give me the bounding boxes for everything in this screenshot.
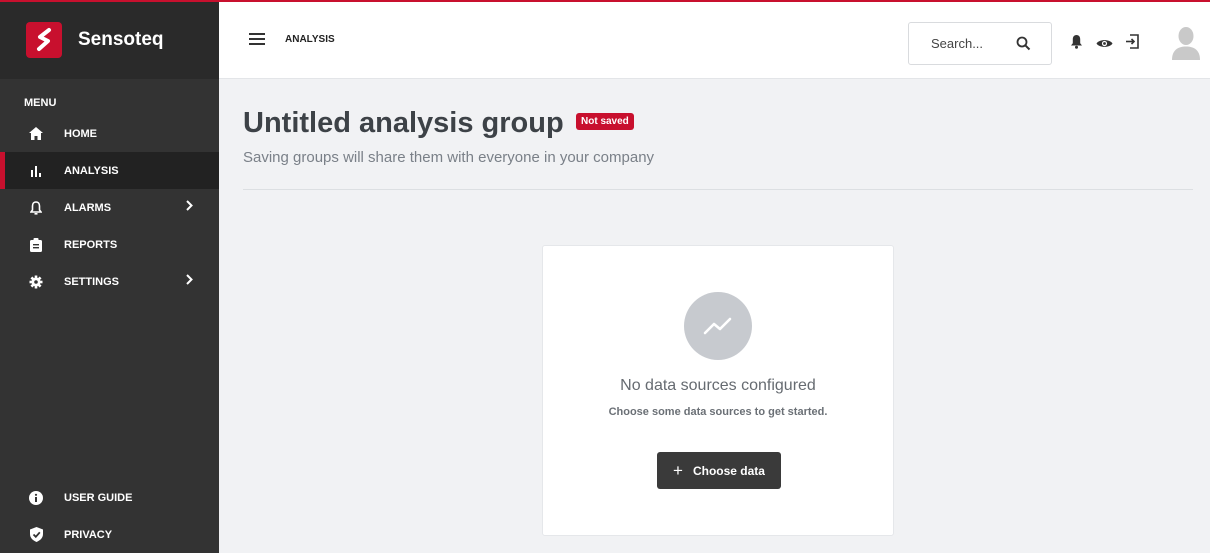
search-placeholder: Search... [931,36,984,51]
sidebar-item-label: SETTINGS [64,275,120,288]
status-badge: Not saved [576,113,634,130]
gear-icon [28,274,44,290]
page-subtitle: Saving groups will share them with every… [243,149,655,166]
sidebar-item-settings[interactable]: SETTINGS [0,263,219,300]
sidebar-item-label: PRIVACY [64,528,113,541]
choose-data-label: Choose data [692,463,765,478]
topbar: ANALYSIS Search... [219,0,1210,79]
info-icon [28,490,44,506]
window-top-border [0,0,1210,2]
menu-heading: MENU [24,97,57,109]
brand-name: Sensoteq [78,28,164,50]
plus-icon: + [673,460,683,480]
search-input[interactable]: Search... [908,22,1052,65]
choose-data-button[interactable]: + Choose data [657,452,781,489]
empty-state-card: No data sources configured Choose some d… [542,245,894,536]
logout-icon[interactable] [1125,34,1140,54]
sidebar-bottom: USER GUIDE PRIVACY [0,479,219,553]
sidebar-item-label: ANALYSIS [64,164,119,177]
home-icon [28,126,44,142]
shield-check-icon [28,527,44,543]
avatar-icon[interactable] [1172,26,1200,60]
trending-line-icon [684,292,752,360]
bell-icon[interactable] [1070,34,1083,54]
chevron-right-icon [186,274,193,288]
bell-outline-icon [28,200,44,216]
sidebar: Sensoteq MENU HOME ANALYSIS ALARMS REPOR… [0,0,219,553]
divider [243,189,1193,190]
clipboard-icon [28,237,44,253]
main-content: Untitled analysis group Not saved Saving… [219,80,1210,553]
sidebar-item-reports[interactable]: REPORTS [0,226,219,263]
brand[interactable]: Sensoteq [0,0,219,79]
sidebar-item-label: HOME [64,127,97,140]
bar-chart-icon [28,163,44,179]
sidebar-item-alarms[interactable]: ALARMS [0,189,219,226]
sidebar-item-home[interactable]: HOME [0,115,219,152]
empty-state-title: No data sources configured [620,377,816,394]
sidebar-item-user-guide[interactable]: USER GUIDE [0,479,219,516]
sidebar-item-label: ALARMS [64,201,112,214]
sidebar-item-privacy[interactable]: PRIVACY [0,516,219,553]
sensoteq-logo-icon [26,21,62,58]
page-breadcrumb: ANALYSIS [285,33,335,45]
sidebar-item-label: REPORTS [64,238,118,251]
page-title: Untitled analysis group [243,107,564,139]
hamburger-menu-icon[interactable] [249,33,265,45]
empty-state-subtitle: Choose some data sources to get started. [608,406,828,418]
eye-icon[interactable] [1096,36,1113,54]
chevron-right-icon [186,200,193,214]
sidebar-item-analysis[interactable]: ANALYSIS [0,152,219,189]
search-icon[interactable] [1016,36,1031,54]
sidebar-item-label: USER GUIDE [64,491,133,504]
